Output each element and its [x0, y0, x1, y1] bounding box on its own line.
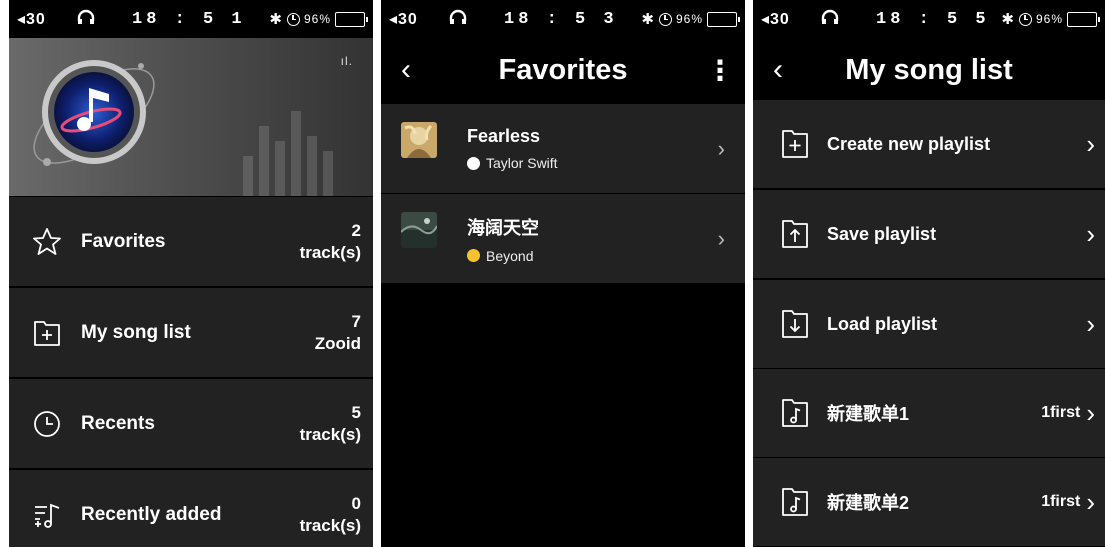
headphone-icon [77, 9, 132, 30]
page-title: Favorites [498, 53, 628, 86]
track-row[interactable]: 海阔天空 Beyond › [381, 194, 745, 283]
list-item-label: 新建歌单1 [827, 404, 910, 424]
menu-item-my-song-list[interactable]: My song list 7 Zooid [9, 288, 373, 377]
menu-item-label: Recents [81, 412, 155, 434]
chevron-right-icon: › [1086, 308, 1095, 339]
create-playlist-item[interactable]: Create new playlist › [753, 100, 1105, 188]
chevron-right-icon: › [1086, 218, 1095, 249]
status-bar: ◂30 18 : 5 3 ✱ 96% [381, 0, 745, 38]
alarm-icon [1018, 12, 1032, 26]
music-logo-icon [19, 44, 169, 184]
track-row[interactable]: Fearless Taylor Swift › [381, 104, 745, 193]
now-playing-banner[interactable]: ıl. [9, 38, 373, 196]
chevron-right-icon: › [717, 135, 725, 161]
chevron-right-icon: › [717, 225, 725, 251]
status-time: 18 : 5 5 [876, 9, 990, 29]
artist-name: Taylor Swift [486, 155, 558, 171]
star-icon [27, 222, 67, 262]
headphone-icon [821, 9, 876, 30]
status-bar: ◂30 18 : 5 1 ✱ 96% [9, 0, 373, 38]
battery-icon [1067, 11, 1100, 27]
volume-indicator: ◂30 [761, 11, 790, 28]
chevron-right-icon: › [1086, 128, 1095, 159]
list-add-icon [27, 495, 67, 535]
artist-icon [467, 249, 480, 262]
song-title: 海阔天空 [467, 217, 539, 238]
battery-percent: 96% [675, 12, 703, 26]
status-time: 18 : 5 1 [132, 9, 246, 29]
menu-item-label: Favorites [81, 230, 166, 252]
nav-header: ‹ My song list [753, 38, 1105, 102]
menu-item-favorites[interactable]: Favorites 2 track(s) [9, 197, 373, 286]
list-item-label: Load playlist [827, 313, 938, 334]
chevron-right-icon: › [1086, 486, 1095, 517]
back-chevron-icon[interactable]: ‹ [381, 53, 431, 87]
album-art [401, 121, 437, 158]
status-time: 18 : 5 3 [504, 9, 618, 29]
menu-item-label: Recently added [81, 503, 222, 525]
album-art [401, 211, 437, 248]
bluetooth-icon: ✱ [1001, 11, 1015, 28]
battery-percent: 96% [303, 12, 331, 26]
back-chevron-icon[interactable]: ‹ [753, 53, 803, 87]
song-title: Fearless [467, 126, 541, 146]
artist-name: Beyond [486, 247, 534, 264]
battery-icon [707, 11, 740, 27]
list-item-label: Save playlist [827, 223, 937, 244]
folder-music-icon [777, 484, 813, 520]
menu-item-recently-added[interactable]: Recently added 0 track(s) [9, 470, 373, 547]
chevron-right-icon: › [1086, 397, 1095, 428]
playlist-count: 1first [1041, 404, 1081, 421]
status-bar: ◂30 18 : 5 5 ✱ 96% [753, 0, 1105, 38]
folder-plus-icon [777, 126, 813, 162]
headphone-icon [449, 9, 504, 30]
alarm-icon [658, 12, 672, 26]
folder-music-icon [777, 395, 813, 431]
playlist-count: 1first [1041, 493, 1081, 510]
artist-icon [467, 156, 480, 170]
bluetooth-icon: ✱ [641, 11, 655, 28]
menu-item-count: 0 track(s) [299, 493, 361, 535]
menu-item-recents[interactable]: Recents 5 track(s) [9, 379, 373, 468]
menu-item-count: 2 track(s) [299, 220, 361, 262]
folder-add-icon [27, 313, 67, 353]
folder-upload-icon [777, 216, 813, 252]
list-item-label: Create new playlist [827, 133, 991, 154]
menu-item-label: My song list [81, 321, 191, 343]
load-playlist-item[interactable]: Load playlist › [753, 280, 1105, 368]
volume-indicator: ◂30 [17, 11, 46, 28]
save-playlist-item[interactable]: Save playlist › [753, 190, 1105, 278]
folder-download-icon [777, 306, 813, 342]
playlist-item[interactable]: 新建歌单1 1first › [753, 369, 1105, 457]
alarm-icon [286, 12, 300, 26]
song-list-screen: ◂30 18 : 5 5 ✱ 96% ‹ My song list Create… [753, 0, 1105, 547]
music-home-screen: ◂30 18 : 5 1 ✱ 96% ıl. Favorites 2 track… [9, 0, 373, 547]
bluetooth-icon: ✱ [269, 11, 283, 28]
battery-percent: 96% [1035, 12, 1063, 26]
volume-indicator: ◂30 [389, 11, 418, 28]
page-title: My song list [845, 53, 1013, 86]
nav-header: ‹ Favorites ⋮ [381, 38, 745, 102]
clock-icon [27, 404, 67, 444]
playlist-item[interactable]: 新建歌单2 1first › [753, 458, 1105, 546]
battery-icon [335, 11, 368, 27]
favorites-screen: ◂30 18 : 5 3 ✱ 96% ‹ Favorites ⋮ Fearles… [381, 0, 745, 547]
list-item-label: 新建歌单2 [827, 493, 910, 513]
menu-item-count: 7 Zooid [314, 311, 361, 353]
equalizer-icon: ıl. [340, 54, 353, 68]
menu-item-count: 5 track(s) [299, 402, 361, 444]
more-vertical-icon[interactable]: ⋮ [695, 54, 745, 87]
